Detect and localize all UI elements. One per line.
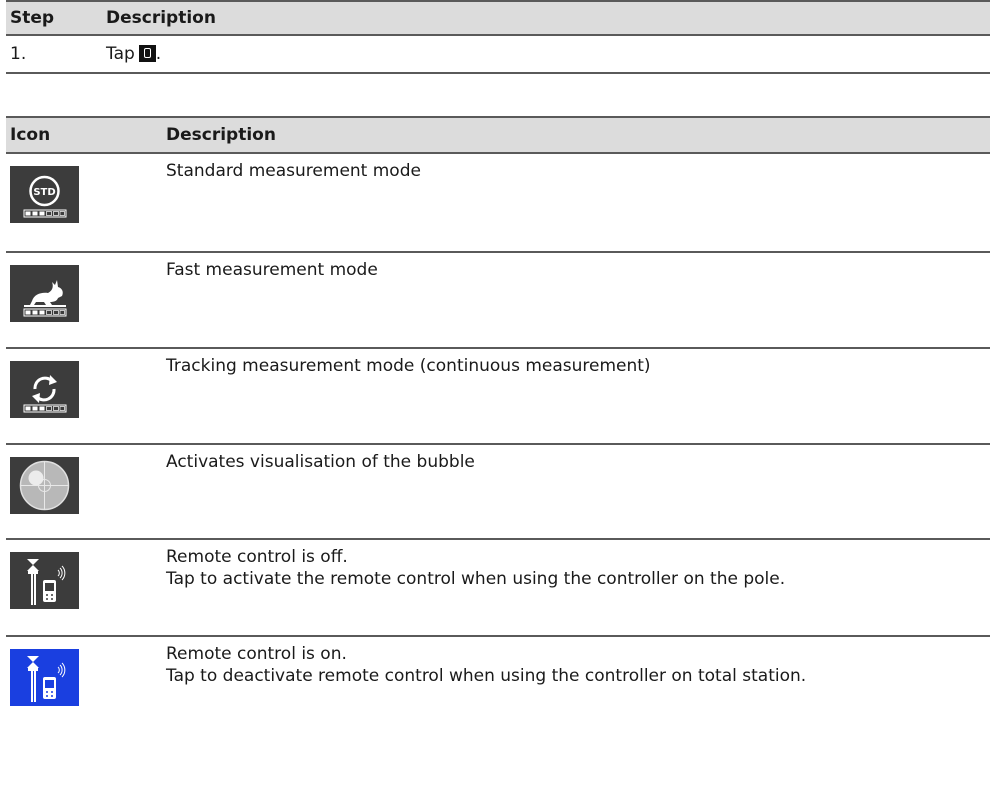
- std-measurement-icon: STD: [10, 166, 79, 223]
- row-description: Remote control is off. Tap to activate t…: [166, 547, 786, 589]
- remote-mode-icon: [138, 45, 156, 62]
- table-row: Remote control is off. Tap to activate t…: [6, 540, 990, 637]
- step-header: Step: [10, 8, 55, 28]
- step-row: 1. Tap.: [6, 36, 990, 74]
- row-description: Activates visualisation of the bubble: [166, 452, 475, 472]
- row-description: Remote control is on. Tap to deactivate …: [166, 644, 807, 686]
- table-row: Remote control is on. Tap to deactivate …: [6, 637, 990, 731]
- table-row: STD Standard measurement mode: [6, 154, 990, 253]
- table-row: Fast measurement mode: [6, 253, 990, 349]
- step-suffix: .: [155, 44, 162, 64]
- icon-table: Icon Description STD Standard measuremen…: [6, 116, 990, 731]
- description-header: Description: [106, 8, 216, 28]
- step-prefix: Tap: [106, 44, 135, 64]
- tracking-measurement-icon: [10, 361, 79, 418]
- step-description: Tap.: [106, 44, 161, 64]
- table-row: Tracking measurement mode (continuous me…: [6, 349, 990, 445]
- svg-text:STD: STD: [33, 187, 55, 198]
- fast-measurement-icon: [10, 265, 79, 322]
- remote-control-off-icon: [10, 552, 79, 609]
- bubble-icon: [10, 457, 79, 514]
- row-description: Tracking measurement mode (continuous me…: [166, 356, 651, 376]
- icon-header: Icon: [10, 125, 51, 145]
- step-table: Step Description 1. Tap.: [6, 0, 990, 74]
- step-table-header: Step Description: [6, 0, 990, 36]
- table-row: Activates visualisation of the bubble: [6, 445, 990, 540]
- icon-table-header: Icon Description: [6, 116, 990, 154]
- row-description: Standard measurement mode: [166, 161, 421, 181]
- step-number: 1.: [10, 44, 27, 64]
- row-description: Fast measurement mode: [166, 260, 378, 280]
- remote-control-on-icon: [10, 649, 79, 706]
- description-header: Description: [166, 125, 276, 145]
